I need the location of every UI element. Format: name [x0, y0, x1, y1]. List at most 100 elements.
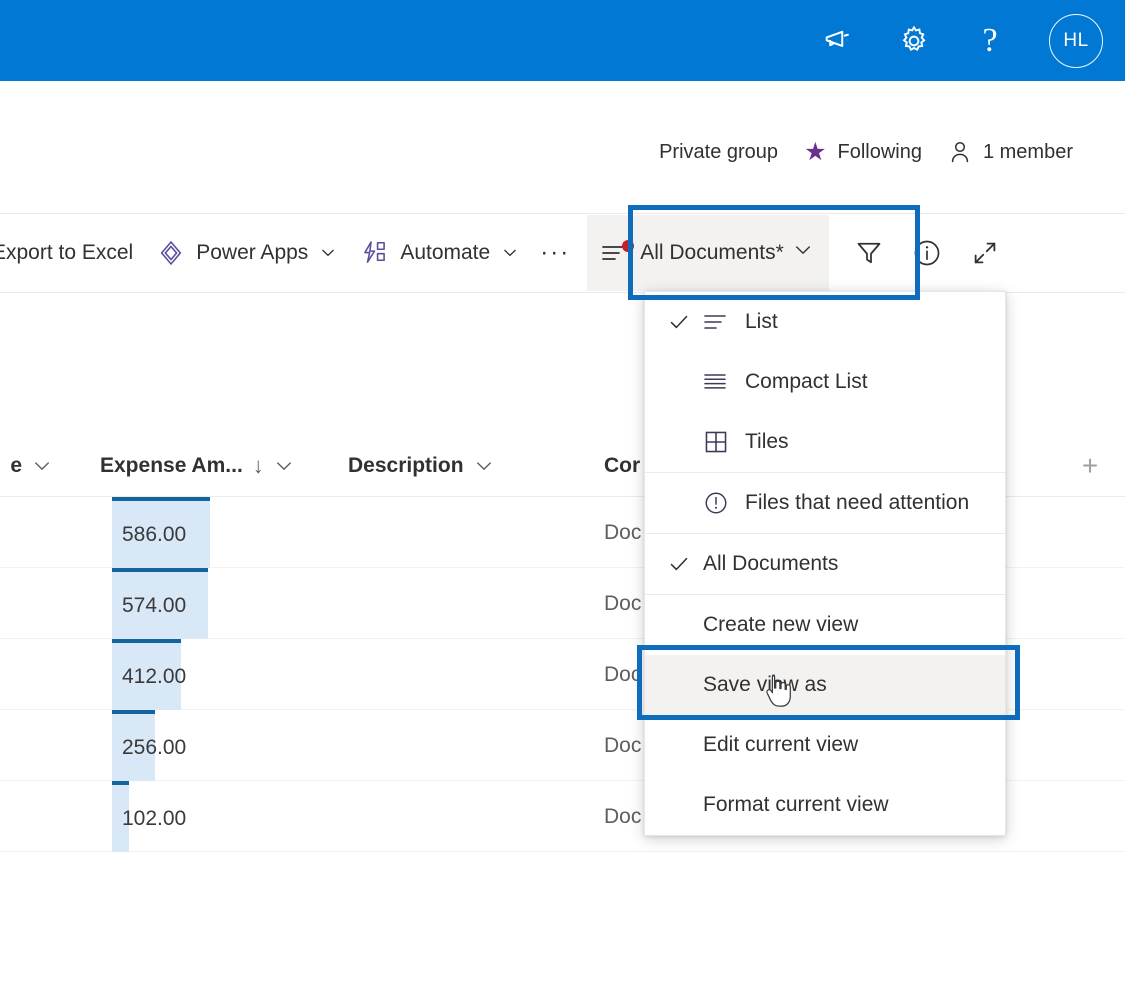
- menu-item-compact-list[interactable]: Compact List: [645, 352, 1005, 412]
- export-to-excel-button[interactable]: Export to Excel: [0, 214, 145, 292]
- help-icon-glyph: ?: [982, 21, 998, 59]
- sort-descending-icon: ↓: [252, 452, 264, 478]
- alert-icon: [703, 490, 745, 516]
- list-icon: [703, 312, 745, 332]
- chevron-down-icon: [474, 456, 494, 476]
- overflow-menu-button[interactable]: ···: [531, 214, 579, 292]
- view-selector-button[interactable]: All Documents*: [587, 215, 829, 291]
- view-dropdown-menu: List Compact List Tiles Files that need att…: [644, 291, 1006, 836]
- chevron-down-icon: [274, 456, 294, 476]
- person-icon: [948, 139, 972, 165]
- menu-item-files-that-need-attention[interactable]: Files that need attention: [645, 473, 1005, 533]
- chevron-down-icon: [793, 240, 813, 266]
- column-header-partial[interactable]: e: [0, 435, 64, 496]
- check-icon: [667, 310, 703, 334]
- sharepoint-document-library-page: ? HL Private group ★ Following 1 member …: [0, 0, 1125, 991]
- column-header-expense-amount[interactable]: Expense Am... ↓: [100, 435, 330, 496]
- view-selector-label: All Documents*: [640, 241, 784, 264]
- export-to-excel-label: Export to Excel: [0, 241, 134, 264]
- members-label: 1 member: [982, 140, 1073, 163]
- data-bar: 586.00: [112, 497, 210, 568]
- menu-item-all-documents[interactable]: All Documents: [645, 534, 1005, 594]
- menu-item-create-new-view[interactable]: Create new view: [645, 595, 1005, 655]
- data-bar: 256.00: [112, 710, 186, 781]
- megaphone-icon[interactable]: [817, 20, 859, 62]
- menu-item-tiles[interactable]: Tiles: [645, 412, 1005, 472]
- menu-item-label: List: [745, 310, 778, 333]
- filter-icon[interactable]: [843, 223, 895, 283]
- check-icon: [667, 552, 703, 576]
- expense-amount-value: 586.00: [122, 522, 187, 546]
- column-header-partial-label: e: [10, 453, 22, 477]
- members-button[interactable]: 1 member: [948, 139, 1073, 165]
- chevron-down-icon: [501, 244, 519, 262]
- content-type-cell: Doc: [604, 733, 642, 757]
- content-type-cell: Doc: [604, 662, 642, 686]
- following-label: Following: [837, 140, 922, 163]
- expand-icon[interactable]: [959, 223, 1011, 283]
- content-type-cell: Doc: [604, 520, 642, 544]
- suite-bar: ? HL: [0, 0, 1125, 81]
- automate-label: Automate: [400, 241, 491, 264]
- column-header-content-type-label: Cor: [604, 453, 641, 477]
- automate-icon: [361, 239, 389, 267]
- expense-amount-cell[interactable]: 586.00: [112, 497, 210, 568]
- menu-item-save-view-as[interactable]: Save view as: [645, 655, 1005, 715]
- power-apps-button[interactable]: Power Apps: [145, 214, 349, 292]
- avatar[interactable]: HL: [1049, 13, 1103, 68]
- list-view-icon: [601, 240, 635, 264]
- expense-amount-cell[interactable]: 256.00: [112, 710, 186, 781]
- command-bar: Export to Excel Power Apps Automate ··· …: [0, 213, 1125, 293]
- content-type-cell: Doc: [604, 591, 642, 615]
- menu-item-label: Create new view: [703, 613, 859, 636]
- automate-button[interactable]: Automate: [349, 214, 531, 292]
- avatar-initials: HL: [1063, 29, 1089, 51]
- power-apps-icon: [157, 239, 185, 267]
- help-icon[interactable]: ?: [969, 20, 1011, 62]
- expense-amount-cell[interactable]: 102.00: [112, 781, 186, 852]
- expense-amount-value: 256.00: [122, 735, 187, 759]
- info-icon[interactable]: [901, 223, 953, 283]
- column-header-description-label: Description: [348, 453, 464, 477]
- data-bar: 574.00: [112, 568, 208, 639]
- menu-item-format-current-view[interactable]: Format current view: [645, 775, 1005, 835]
- column-header-expense-amount-label: Expense Am...: [100, 453, 243, 477]
- overflow-menu-label: ···: [540, 239, 571, 266]
- expense-amount-cell[interactable]: 574.00: [112, 568, 208, 639]
- view-selector-wrap: All Documents*: [587, 215, 829, 291]
- content-type-cell: Doc: [604, 804, 642, 828]
- add-column-label: +: [1081, 450, 1099, 481]
- chevron-down-icon: [319, 244, 337, 262]
- expense-amount-value: 574.00: [122, 593, 187, 617]
- chevron-down-icon: [32, 456, 52, 476]
- expense-amount-cell[interactable]: 412.00: [112, 639, 186, 710]
- expense-amount-value: 412.00: [122, 664, 187, 688]
- compact-list-icon: [703, 372, 745, 392]
- add-column-button[interactable]: +: [1063, 435, 1117, 497]
- data-bar: 102.00: [112, 781, 186, 852]
- site-header: Private group ★ Following 1 member: [0, 81, 1125, 213]
- tiles-icon: [703, 429, 745, 455]
- suite-bar-actions: ? HL: [817, 13, 1125, 68]
- privacy-label-text: Private group: [659, 140, 779, 163]
- menu-item-list[interactable]: List: [645, 292, 1005, 352]
- menu-item-label: Edit current view: [703, 733, 859, 756]
- menu-item-edit-current-view[interactable]: Edit current view: [645, 715, 1005, 775]
- menu-item-label: Format current view: [703, 793, 889, 816]
- menu-item-label: Files that need attention: [745, 491, 970, 514]
- menu-item-label: Save view as: [703, 673, 827, 696]
- menu-item-label: All Documents: [703, 552, 839, 575]
- command-bar-right: [843, 223, 1011, 283]
- expense-amount-value: 102.00: [122, 806, 187, 830]
- data-bar: 412.00: [112, 639, 186, 710]
- following-button[interactable]: ★ Following: [804, 137, 922, 166]
- privacy-label: Private group: [659, 141, 778, 164]
- power-apps-label: Power Apps: [196, 241, 309, 264]
- column-header-description[interactable]: Description: [348, 435, 528, 496]
- star-icon: ★: [804, 137, 827, 166]
- menu-item-label: Compact List: [745, 370, 868, 393]
- menu-item-label: Tiles: [745, 430, 789, 453]
- gear-icon[interactable]: [893, 20, 935, 62]
- site-meta: Private group ★ Following 1 member: [659, 139, 1073, 165]
- command-bar-left: Export to Excel Power Apps Automate ··· …: [0, 214, 1011, 292]
